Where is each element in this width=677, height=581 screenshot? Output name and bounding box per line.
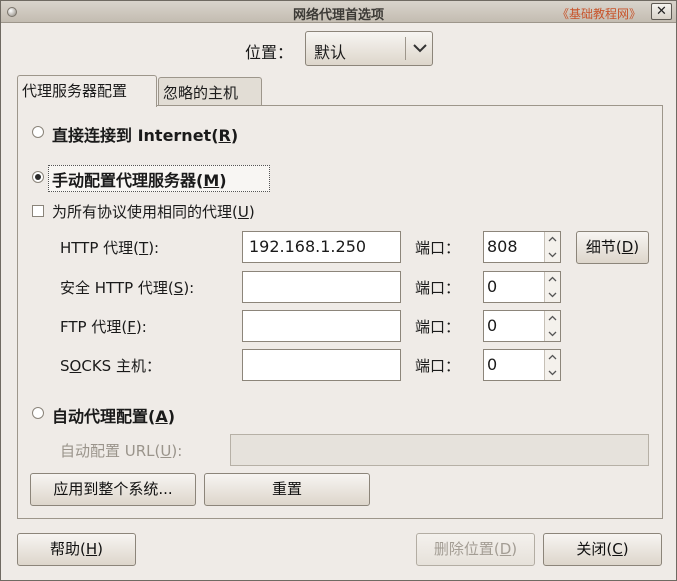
secure-http-proxy-label: 安全 HTTP 代理(S): <box>60 279 195 297</box>
ftp-proxy-input[interactable] <box>242 310 401 342</box>
socks-port-label: 端口： <box>415 357 461 375</box>
help-button[interactable]: 帮助(H) <box>17 533 136 566</box>
chevron-up-icon[interactable] <box>545 350 560 365</box>
spin-buttons <box>544 232 560 262</box>
reset-button[interactable]: 重置 <box>204 473 370 506</box>
auto-config-url-label: 自动配置 URL(U): <box>60 442 183 460</box>
socks-port-value: 0 <box>487 355 498 374</box>
secure-http-proxy-input[interactable] <box>242 271 401 303</box>
location-label: 位置： <box>245 43 294 62</box>
watermark-text: 《基础教程网》 <box>557 7 642 21</box>
manual-proxy-radio[interactable] <box>32 171 44 183</box>
ftp-port-value: 0 <box>487 316 498 335</box>
spin-buttons <box>544 272 560 302</box>
chevron-down-icon[interactable] <box>545 365 560 380</box>
socks-host-input[interactable] <box>242 349 401 381</box>
http-proxy-input[interactable]: 192.168.1.250 <box>242 231 401 263</box>
title-bar[interactable]: 网络代理首选项 《基础教程网》 ✕ <box>1 1 676 23</box>
same-proxy-label[interactable]: 为所有协议使用相同的代理(U) <box>52 201 255 222</box>
tab-label: 代理服务器配置 <box>22 82 128 100</box>
close-button[interactable]: 关闭(C) <box>543 533 662 566</box>
auto-config-url-input[interactable] <box>230 434 649 466</box>
spin-buttons <box>544 350 560 380</box>
socks-host-label: SOCKS 主机： <box>60 357 161 375</box>
auto-proxy-radio[interactable] <box>32 407 44 419</box>
chevron-down-icon[interactable] <box>545 326 560 341</box>
window-close-icon[interactable]: ✕ <box>651 3 672 20</box>
chevron-up-icon[interactable] <box>545 272 560 287</box>
ftp-proxy-label: FTP 代理(F): <box>60 318 147 336</box>
http-proxy-label: HTTP 代理(T): <box>60 239 160 257</box>
proxy-preferences-window: 网络代理首选项 《基础教程网》 ✕ 位置： 默认 代理服务器配置 忽略的主机 直… <box>0 0 677 581</box>
direct-connection-label[interactable]: 直接连接到 Internet(R) <box>52 122 238 146</box>
chevron-up-icon[interactable] <box>545 311 560 326</box>
secure-http-port-label: 端口： <box>415 279 461 297</box>
http-port-value: 808 <box>487 237 518 256</box>
same-proxy-checkbox[interactable] <box>32 205 44 217</box>
details-button[interactable]: 细节(D) <box>576 231 649 264</box>
location-value: 默认 <box>314 43 347 62</box>
chevron-down-icon <box>413 44 427 53</box>
socks-port-spinner[interactable]: 0 <box>483 349 561 381</box>
delete-location-button[interactable]: 删除位置(D) <box>416 533 535 566</box>
auto-proxy-label[interactable]: 自动代理配置(A) <box>52 403 175 427</box>
secure-http-port-spinner[interactable]: 0 <box>483 271 561 303</box>
chevron-down-icon[interactable] <box>545 287 560 302</box>
chevron-down-icon[interactable] <box>545 247 560 262</box>
combo-separator <box>405 37 406 60</box>
manual-proxy-label[interactable]: 手动配置代理服务器(M) <box>52 167 227 191</box>
direct-connection-radio[interactable] <box>32 126 44 138</box>
tab-ignored-hosts[interactable]: 忽略的主机 <box>158 77 262 105</box>
apply-system-wide-button[interactable]: 应用到整个系统... <box>30 473 196 506</box>
http-port-label: 端口： <box>415 239 461 257</box>
tab-proxy-config[interactable]: 代理服务器配置 <box>17 75 157 107</box>
ftp-port-label: 端口： <box>415 318 461 336</box>
chevron-up-icon[interactable] <box>545 232 560 247</box>
http-port-spinner[interactable]: 808 <box>483 231 561 263</box>
ftp-port-spinner[interactable]: 0 <box>483 310 561 342</box>
secure-http-port-value: 0 <box>487 277 498 296</box>
tab-label: 忽略的主机 <box>163 84 239 102</box>
location-dropdown[interactable]: 默认 <box>305 31 433 66</box>
spin-buttons <box>544 311 560 341</box>
